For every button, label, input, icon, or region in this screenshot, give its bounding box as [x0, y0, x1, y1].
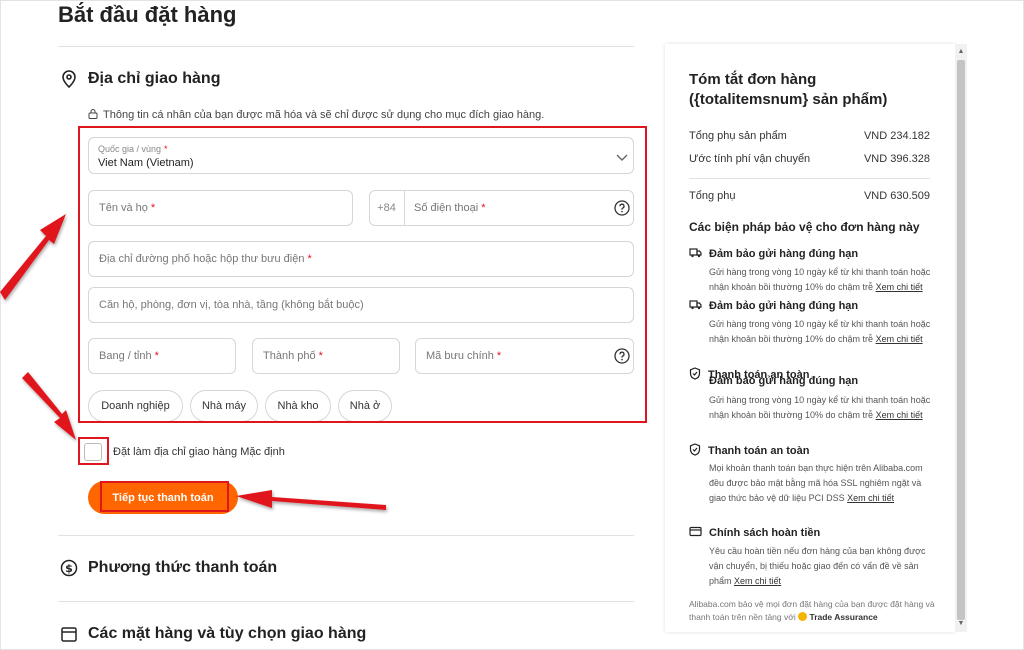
trade-assurance-note: Alibaba.com bảo vệ mọi đơn đặt hàng của …: [689, 599, 935, 622]
total-row: Tổng phụ VND 630.509: [689, 190, 930, 202]
shield-icon: [689, 443, 701, 459]
detail-link[interactable]: Xem chi tiết: [847, 493, 894, 503]
ontime-shipping-heading: Đảm bảo gửi hàng đúng hạn: [689, 299, 858, 313]
annotation-checkbox-box: [78, 437, 109, 465]
payment-section-title: Phương thức thanh toán: [88, 559, 278, 576]
subtotal-row: Tổng phụ sản phẩm VND 234.182: [689, 130, 930, 142]
scroll-down-arrow[interactable]: ▼: [957, 620, 965, 628]
scroll-thumb[interactable]: [957, 60, 965, 620]
scroll-up-arrow[interactable]: ▲: [957, 48, 965, 56]
items-section-header[interactable]: Các mặt hàng và tùy chọn giao hàng: [60, 625, 366, 643]
shipping-fee-row: Ước tính phí vận chuyển VND 396.328: [689, 153, 930, 165]
ontime-shipping-heading: Đảm bảo gửi hàng đúng hạn: [689, 247, 858, 261]
secure-payment-text: Mọi khoản thanh toán bạn thực hiện trên …: [709, 463, 923, 503]
dollar-circle-icon: $: [60, 559, 78, 577]
divider: [58, 601, 634, 602]
payment-section-header[interactable]: $ Phương thức thanh toán: [60, 559, 277, 577]
detail-link[interactable]: Xem chi tiết: [876, 334, 923, 344]
truck-icon: [689, 299, 702, 313]
secure-payment-heading: Thanh toán an toàn: [689, 443, 809, 459]
privacy-note-text: Thông tin cá nhân của bạn được mã hóa và…: [103, 109, 545, 121]
detail-link[interactable]: Xem chi tiết: [876, 282, 923, 292]
svg-text:$: $: [65, 562, 73, 575]
detail-link[interactable]: Xem chi tiết: [734, 576, 781, 586]
privacy-note: Thông tin cá nhân của bạn được mã hóa và…: [88, 108, 544, 122]
refund-policy-heading: Chính sách hoàn tiền: [689, 526, 820, 540]
divider: [58, 535, 634, 536]
shipping-section-title: Địa chỉ giao hàng: [88, 70, 221, 87]
annotation-form-box: [78, 126, 647, 423]
default-address-label: Đặt làm địa chỉ giao hàng Mặc định: [113, 446, 285, 458]
lock-icon: [88, 108, 98, 122]
items-section-title: Các mặt hàng và tùy chọn giao hàng: [88, 625, 367, 642]
detail-link[interactable]: Xem chi tiết: [876, 410, 923, 420]
refund-policy-text: Yêu cầu hoàn tiền nếu đơn hàng của bạn k…: [709, 546, 926, 586]
location-pin-icon: [60, 70, 78, 88]
page-title: Bắt đầu đặt hàng: [58, 2, 237, 27]
summary-scrollbar[interactable]: ▲ ▼: [955, 44, 967, 632]
truck-icon: [689, 247, 702, 261]
summary-title: Tóm tắt đơn hàng ({totalitemsnum} sản ph…: [689, 71, 888, 108]
trade-assurance-label: Trade Assurance: [809, 612, 878, 622]
divider: [689, 178, 930, 179]
ontime-shipping-heading: Đảm bảo gửi hàng đúng hạn: [709, 375, 859, 387]
divider: [58, 46, 634, 47]
shipping-section-header[interactable]: Địa chỉ giao hàng: [60, 70, 220, 88]
card-icon: [689, 526, 702, 540]
trade-assurance-icon: [798, 612, 808, 621]
ontime-shipping-text: Gửi hàng trong vòng 10 ngày kể từ khi th…: [709, 267, 931, 292]
package-icon: [60, 625, 78, 643]
ontime-shipping-text: Gửi hàng trong vòng 10 ngày kể từ khi th…: [709, 395, 931, 420]
ontime-shipping-text: Gửi hàng trong vòng 10 ngày kể từ khi th…: [709, 319, 931, 344]
annotation-button-box: [100, 481, 229, 512]
protection-title: Các biện pháp bảo vệ cho đơn hàng này: [689, 220, 920, 234]
